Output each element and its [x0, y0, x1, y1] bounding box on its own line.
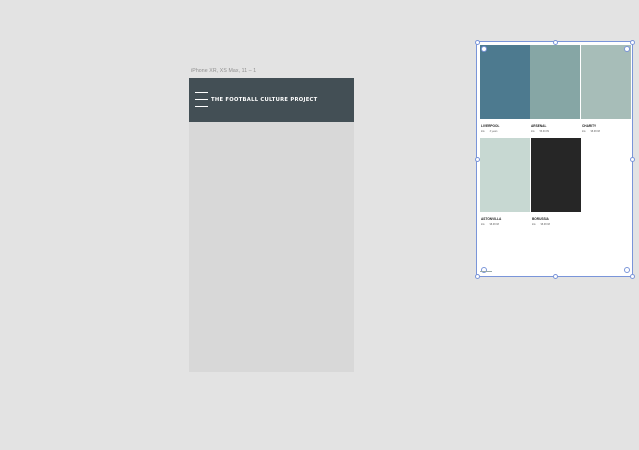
resize-handle-bottom-right[interactable] — [630, 274, 635, 279]
resize-handle-left[interactable] — [475, 157, 480, 162]
hamburger-line — [195, 106, 208, 108]
tile-name: BORUSSIA — [532, 217, 549, 221]
tile-meta: kits 98.98.98 — [532, 223, 550, 226]
selected-component[interactable]: LIVERPOOL kits 3 years ARSENAL kits 56.90.… — [476, 41, 633, 277]
tile-meta-left: kits — [481, 223, 485, 226]
hamburger-icon[interactable] — [195, 91, 208, 108]
resize-handle-bottom-left[interactable] — [475, 274, 480, 279]
tile-swatch — [581, 45, 631, 119]
tile-meta-right: 98.98.98 — [590, 130, 600, 133]
tile-meta: kits 3 years — [481, 130, 497, 133]
tile-meta-right: 98.98.98 — [489, 223, 499, 226]
artboard-label[interactable]: iPhone XR, XS Max, 11 – 1 — [191, 68, 256, 74]
artboard[interactable]: THE FOOTBALL CULTURE PROJECT — [189, 78, 354, 372]
resize-handle-top[interactable] — [553, 40, 558, 45]
resize-handle-top-right[interactable] — [630, 40, 635, 45]
component-toggle-icon[interactable] — [624, 46, 630, 52]
hamburger-line — [195, 99, 208, 101]
tile-swatch — [531, 138, 581, 212]
resize-handle-top-left[interactable] — [475, 40, 480, 45]
tile-meta: kits 98.98.98 — [582, 130, 600, 133]
tile-meta-left: kits — [582, 130, 586, 133]
tile-name: LIVERPOOL — [481, 124, 500, 128]
component-toggle-icon[interactable] — [481, 46, 487, 52]
resize-handle-right[interactable] — [630, 157, 635, 162]
resize-grip-icon[interactable] — [624, 267, 630, 273]
site-title: THE FOOTBALL CULTURE PROJECT — [211, 97, 318, 103]
tile-meta-left: kits — [481, 130, 485, 133]
resize-handle-bottom[interactable] — [553, 274, 558, 279]
hamburger-line — [195, 92, 208, 94]
tile-name: CHARITY — [582, 124, 597, 128]
tile-swatch — [530, 45, 580, 119]
tile-swatch — [480, 138, 530, 212]
tile-meta: kits 56.90.89 — [531, 130, 549, 133]
tile-name: ASTONVILLA — [481, 217, 502, 221]
tile-meta-right: 56.90.89 — [539, 130, 549, 133]
tile-meta-right: 98.98.98 — [540, 223, 550, 226]
footer-divider — [480, 271, 492, 272]
tile-meta-left: kits — [532, 223, 536, 226]
tile-meta-left: kits — [531, 130, 535, 133]
site-header[interactable]: THE FOOTBALL CULTURE PROJECT — [189, 78, 354, 122]
tile-meta-right: 3 years — [489, 130, 498, 133]
component-state-icon[interactable] — [481, 267, 487, 273]
tile-name: ARSENAL — [531, 124, 547, 128]
tile-meta: kits 98.98.98 — [481, 223, 499, 226]
tile-swatch — [480, 45, 530, 119]
